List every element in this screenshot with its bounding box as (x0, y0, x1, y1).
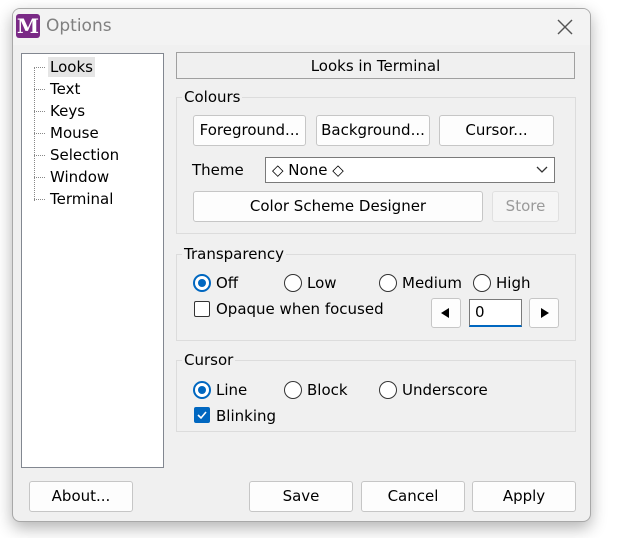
opaque-when-focused-checkbox[interactable] (194, 301, 210, 317)
theme-value: ◇ None ◇ (272, 161, 344, 179)
title-bar: M Options (13, 9, 590, 45)
tree-connector (34, 199, 45, 200)
close-button[interactable] (550, 13, 580, 41)
close-icon (557, 19, 573, 35)
tree-connector (34, 111, 45, 112)
about-button[interactable]: About... (29, 481, 133, 512)
app-logo-icon: M (16, 14, 40, 38)
triangle-right-icon (541, 308, 549, 318)
category-tree[interactable]: Looks Text Keys Mouse Selection Window T… (21, 53, 164, 468)
cursor-line-radio[interactable] (193, 381, 211, 399)
transparency-low-radio[interactable] (284, 274, 302, 292)
triangle-left-icon (441, 308, 449, 318)
tree-connector (34, 177, 45, 178)
colours-group-title: Colours (182, 88, 243, 106)
window-title: Options (46, 16, 112, 36)
cursor-block-radio[interactable] (284, 381, 302, 399)
cursor-underscore-radio[interactable] (379, 381, 397, 399)
tree-connector (34, 89, 45, 90)
tree-item-terminal[interactable]: Terminal (48, 189, 115, 209)
tree-item-looks[interactable]: Looks (48, 57, 95, 77)
color-scheme-designer-button[interactable]: Color Scheme Designer (193, 191, 483, 222)
chevron-down-icon (536, 166, 548, 173)
options-dialog: M Options Looks Text Keys Mouse Selectio… (12, 8, 591, 522)
transparency-increment-button[interactable] (529, 298, 559, 328)
transparency-medium-radio[interactable] (379, 274, 397, 292)
cursor-colour-button[interactable]: Cursor... (439, 115, 554, 146)
panel-header: Looks in Terminal (176, 52, 575, 79)
transparency-off-radio[interactable] (193, 274, 211, 292)
tree-item-mouse[interactable]: Mouse (48, 123, 101, 143)
transparency-high-label[interactable]: High (496, 274, 530, 292)
tree-item-window[interactable]: Window (48, 167, 111, 187)
blinking-checkbox[interactable] (194, 407, 210, 423)
cursor-underscore-label[interactable]: Underscore (402, 381, 488, 399)
theme-select[interactable]: ◇ None ◇ (265, 157, 555, 183)
transparency-group (176, 254, 576, 341)
tree-item-keys[interactable]: Keys (48, 101, 87, 121)
cursor-line-label[interactable]: Line (216, 381, 247, 399)
foreground-button[interactable]: Foreground... (193, 115, 306, 146)
transparency-group-title: Transparency (182, 245, 287, 263)
tree-item-selection[interactable]: Selection (48, 145, 121, 165)
transparency-low-label[interactable]: Low (307, 274, 337, 292)
transparency-high-radio[interactable] (473, 274, 491, 292)
tree-item-text[interactable]: Text (48, 79, 82, 99)
transparency-medium-label[interactable]: Medium (402, 274, 462, 292)
tree-connector (34, 68, 35, 201)
tree-connector (34, 67, 45, 68)
tree-connector (34, 133, 45, 134)
transparency-value-input[interactable]: 0 (469, 299, 522, 327)
checkmark-icon (197, 411, 207, 420)
tree-connector (34, 155, 45, 156)
cursor-group-title: Cursor (182, 351, 236, 369)
opaque-when-focused-label[interactable]: Opaque when focused (216, 300, 384, 318)
transparency-off-label[interactable]: Off (216, 274, 238, 292)
theme-label: Theme (192, 161, 244, 179)
apply-button[interactable]: Apply (472, 481, 576, 512)
background-button[interactable]: Background... (316, 115, 430, 146)
store-button[interactable]: Store (492, 191, 559, 222)
save-button[interactable]: Save (249, 481, 353, 512)
cancel-button[interactable]: Cancel (361, 481, 465, 512)
transparency-decrement-button[interactable] (431, 298, 461, 328)
blinking-label[interactable]: Blinking (216, 407, 276, 425)
cursor-block-label[interactable]: Block (307, 381, 348, 399)
